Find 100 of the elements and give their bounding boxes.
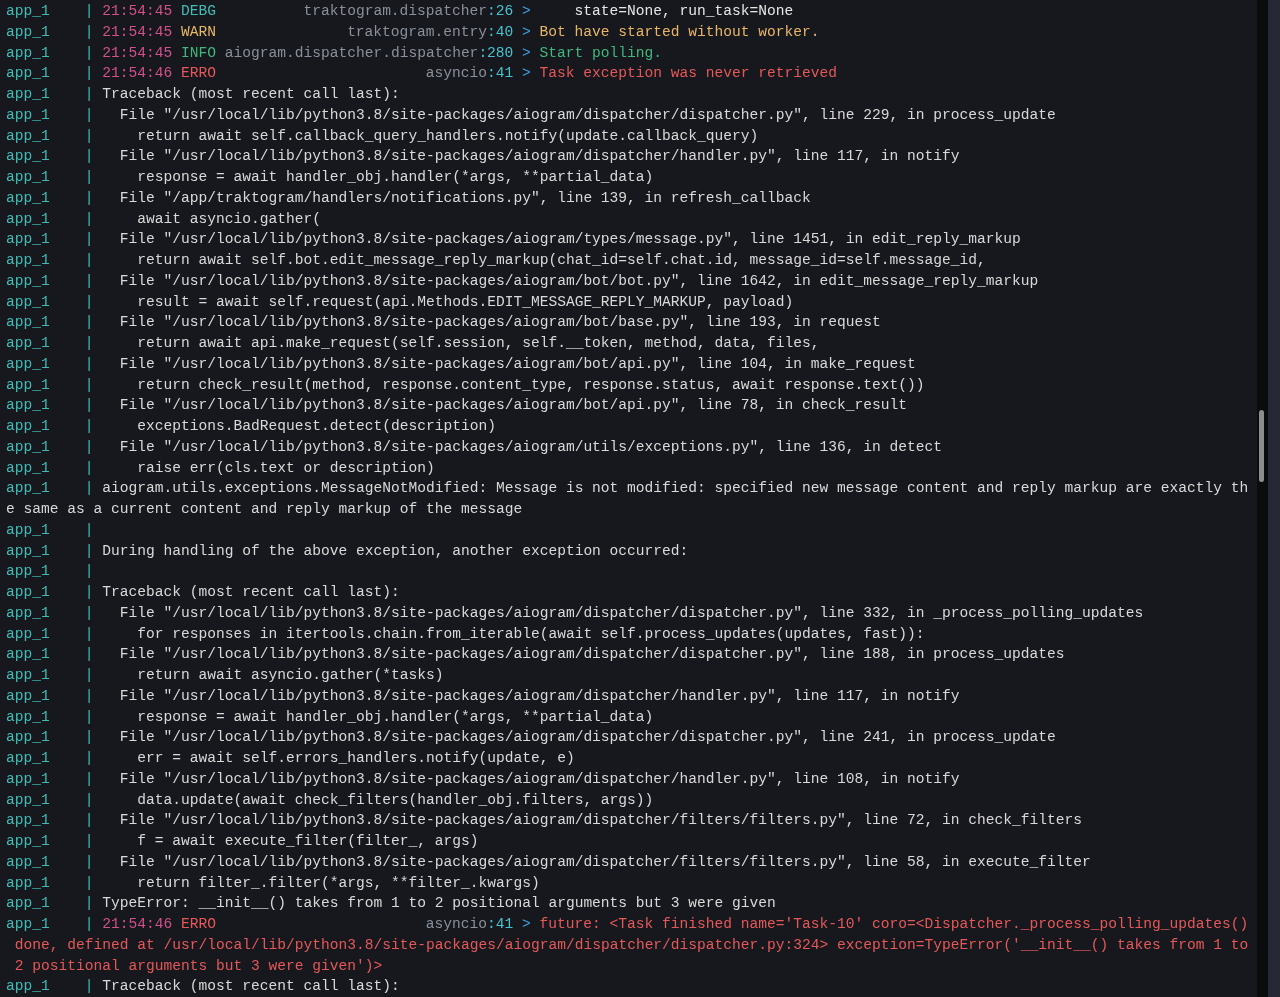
traceback-line: File "/usr/local/lib/python3.8/site-packages/aiogram/utils/exceptions.py", line 136, in detect (118, 437, 943, 457)
container-label: app_1 (6, 583, 51, 602)
container-label: app_1 (6, 686, 51, 706)
container-label: app_1 (6, 313, 51, 333)
log-source: traktogram.entry (347, 23, 488, 40)
log-level: ERRO (180, 64, 216, 84)
container-label: app_1 (6, 852, 51, 872)
column-separator: | (84, 686, 95, 706)
container-label: app_1 (6, 22, 51, 42)
column-separator: | (84, 645, 95, 665)
container-label: app_1 (6, 707, 51, 727)
traceback-line: File "/usr/local/lib/python3.8/site-packages/aiogram/bot/api.py", line 78, in check_result (118, 396, 908, 416)
column-separator: | (84, 417, 95, 436)
traceback-line: File "/usr/local/lib/python3.8/site-packages/aiogram/dispatcher/dispatcher.py", line 332, in _process_polling_updates (118, 603, 1144, 623)
column-separator: | (84, 168, 95, 187)
traceback-line: response = await handler_obj.handler(*args, **partial_data) (136, 707, 654, 727)
traceback-line: return check_result(method, response.content_type, response.status, await response.text()) (136, 375, 925, 395)
log-level: DEBG (180, 2, 216, 21)
column-separator: | (84, 603, 95, 623)
container-label: app_1 (6, 728, 51, 748)
traceback-line: During handling of the above exception, another exception occurred: (102, 541, 689, 561)
log-message: future: <Task finished name='Task-10' coro=<Dispatcher._process_polling_updates() (539, 915, 1249, 934)
traceback-line: File "/usr/local/lib/python3.8/site-packages/aiogram/dispatcher/handler.py", line 117, in notify (118, 686, 960, 706)
traceback-line: f = await execute_filter(filter_, args) (136, 832, 479, 851)
traceback-line: File "/usr/local/lib/python3.8/site-packages/aiogram/dispatcher/handler.py", line 117, in notify (118, 147, 960, 167)
scrollbar-thumb[interactable] (1259, 410, 1264, 482)
traceback-line: Traceback (most recent call last): (102, 85, 400, 104)
container-label: app_1 (6, 271, 51, 291)
traceback-line: Traceback (most recent call last): (102, 977, 400, 997)
column-separator: | (84, 458, 95, 478)
container-label: app_1 (6, 105, 51, 125)
container-label: app_1 (6, 562, 51, 582)
log-line-number: :41 (487, 65, 514, 82)
traceback-line: await asyncio.gather( (136, 209, 321, 229)
column-separator: | (84, 666, 95, 685)
traceback-line: File "/usr/local/lib/python3.8/site-packages/aiogram/bot/bot.py", line 1642, in edit_message_reply_markup (118, 271, 1039, 291)
column-separator: | (84, 105, 95, 125)
container-label: app_1 (6, 396, 51, 416)
traceback-line: err = await self.errors_handlers.notify(update, e) (136, 749, 575, 768)
container-label: app_1 (6, 873, 51, 893)
traceback-line: File "/usr/local/lib/python3.8/site-packages/aiogram/dispatcher/filters/filters.py", line 72, in check_filters (118, 811, 1083, 831)
column-separator: | (84, 811, 95, 831)
traceback-line: return await self.callback_query_handlers.notify(update.callback_query) (136, 126, 759, 146)
column-separator: | (84, 832, 95, 851)
column-separator: | (84, 707, 95, 727)
log-level: WARN (180, 22, 216, 42)
container-label: app_1 (6, 209, 51, 229)
traceback-line: File "/usr/local/lib/python3.8/site-packages/aiogram/bot/api.py", line 104, in make_request (118, 354, 916, 374)
log-time: 21:54:45 (102, 43, 174, 63)
traceback-line: File "/usr/local/lib/python3.8/site-packages/aiogram/dispatcher/dispatcher.py", line 241, in process_update (118, 728, 1056, 748)
container-label: app_1 (6, 458, 51, 478)
column-separator: | (84, 915, 95, 934)
log-time: 21:54:46 (102, 64, 174, 84)
column-separator: | (84, 769, 95, 789)
log-source: traktogram.dispatcher (303, 3, 488, 19)
traceback-line: return await api.make_request(self.session, self.__token, method, data, files, (136, 334, 820, 353)
container-label: app_1 (6, 977, 51, 997)
traceback-line: File "/usr/local/lib/python3.8/site-packages/aiogram/dispatcher/dispatcher.py", line 229, in process_update (118, 105, 1056, 125)
column-separator: | (84, 894, 95, 914)
traceback-line: File "/app/traktogram/handlers/notifications.py", line 139, in refresh_callback (118, 188, 811, 208)
container-label: app_1 (6, 375, 51, 395)
column-separator: | (84, 396, 95, 416)
column-separator: | (84, 977, 95, 997)
traceback-line: for responses in itertools.chain.from_iterable(await self.process_updates(updates, fast)): (136, 624, 925, 644)
traceback-line: File "/usr/local/lib/python3.8/site-packages/aiogram/dispatcher/filters/filters.py", line 58, in execute_filter (118, 852, 1091, 872)
column-separator: | (84, 271, 95, 291)
traceback-line: aiogram.utils.exceptions.MessageNotModified: Message is not modified: specified new message content and reply markup are exactly th (102, 479, 1249, 499)
container-label: app_1 (6, 126, 51, 146)
log-line-number: :26 (487, 3, 514, 19)
column-separator: | (84, 230, 95, 250)
container-label: app_1 (6, 2, 51, 21)
container-label: app_1 (6, 292, 51, 312)
wrapped-line: e same as a current content and reply markup of the message (6, 500, 523, 519)
column-separator: | (84, 334, 95, 353)
container-label: app_1 (6, 43, 51, 63)
log-time: 21:54:46 (102, 915, 174, 934)
traceback-line: data.update(await check_filters(handler_obj.filters, args)) (136, 790, 654, 810)
column-separator: | (84, 126, 95, 146)
column-separator: | (84, 790, 95, 810)
container-label: app_1 (6, 666, 51, 685)
log-line-number: :280 (478, 44, 514, 61)
container-label: app_1 (6, 520, 51, 540)
log-source: asyncio (425, 916, 488, 932)
column-separator: | (84, 209, 95, 229)
log-message: Task exception was never retrieved (539, 64, 838, 84)
container-label: app_1 (6, 437, 51, 457)
column-separator: | (84, 479, 95, 499)
container-label: app_1 (6, 85, 51, 104)
container-label: app_1 (6, 645, 51, 665)
traceback-line: raise err(cls.text or description) (136, 458, 435, 478)
container-label: app_1 (6, 769, 51, 789)
container-label: app_1 (6, 749, 51, 768)
log-line-number: :40 (487, 23, 514, 40)
container-label: app_1 (6, 230, 51, 250)
column-separator: | (84, 873, 95, 893)
container-label: app_1 (6, 624, 51, 644)
wrapped-line: 2 positional arguments but 3 were given')> (13, 956, 383, 976)
column-separator: | (84, 583, 95, 602)
container-label: app_1 (6, 354, 51, 374)
prompt-arrow: > (522, 915, 532, 934)
